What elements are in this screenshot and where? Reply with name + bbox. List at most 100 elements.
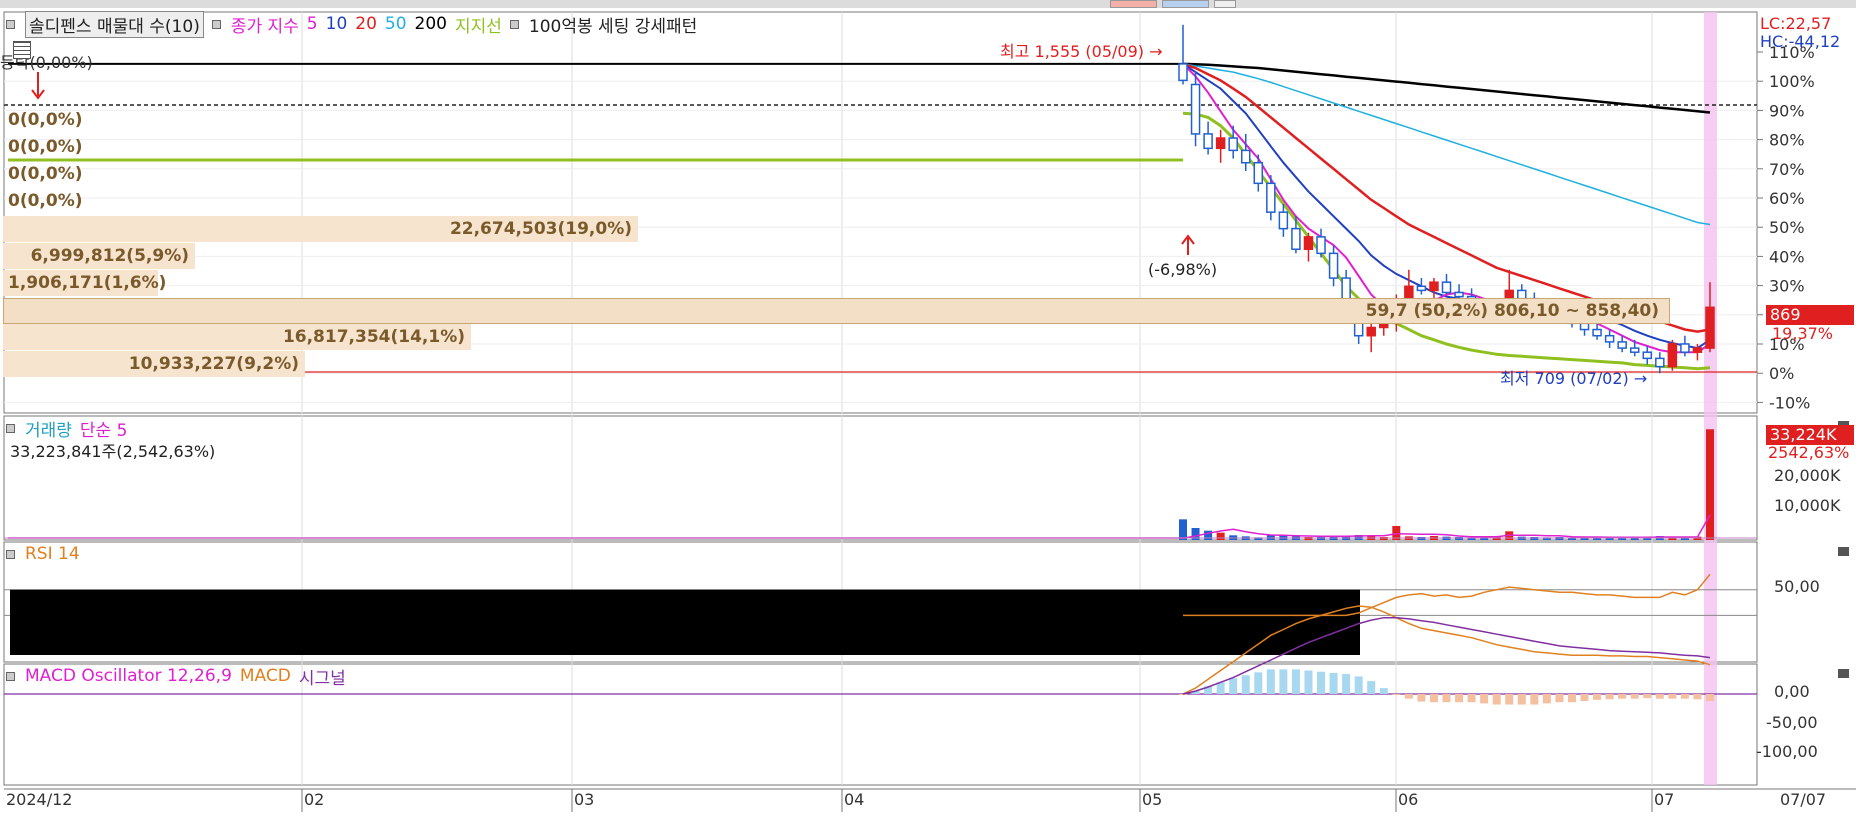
macd-osc-bar: [1492, 694, 1501, 705]
candle-body: [1316, 236, 1326, 255]
volume-axis-tick: 10,000K: [1774, 496, 1841, 515]
macd-osc-bar: [1179, 694, 1187, 695]
legend-title[interactable]: 솔디펜스 매물대 수(10): [25, 10, 204, 38]
legend-ma-20[interactable]: 20: [355, 14, 377, 34]
volume-tag: 33,224K: [1766, 425, 1854, 445]
signal-label[interactable]: 시그널: [299, 664, 346, 689]
macd-label[interactable]: MACD: [240, 666, 291, 686]
x-tick: 05: [1142, 790, 1163, 809]
macd-osc-bar: [1655, 694, 1664, 699]
legend-ma-50[interactable]: 50: [385, 14, 407, 34]
volume-value: 33,223,841주(2,542,63%): [10, 442, 216, 461]
pct-axis-label: 100%: [1769, 72, 1815, 91]
macd-osc-bar: [1241, 675, 1250, 694]
macd-osc-bar: [1467, 694, 1476, 703]
macd-osc-bar: [1480, 694, 1489, 704]
macd-osc-bar: [1279, 669, 1288, 694]
macd-osc-title[interactable]: MACD Oscillator 12,26,9: [25, 666, 232, 686]
x-tick: 04: [844, 790, 865, 809]
macd-osc-bar: [1530, 694, 1539, 705]
candle-body: [1190, 83, 1201, 135]
candle-body: [1215, 137, 1226, 150]
macd-osc-bar: [1229, 678, 1238, 694]
candle-body: [1253, 161, 1264, 185]
macd-osc-bar: [1643, 694, 1652, 699]
legend-ma-5[interactable]: 5: [307, 14, 318, 34]
pct-axis-label: 30%: [1769, 277, 1805, 296]
macd-osc-bar: [1706, 694, 1714, 702]
legend-price-index[interactable]: 종가 지수: [231, 12, 299, 37]
legend-ma-200[interactable]: 200: [415, 14, 447, 34]
legend-toggle-icon[interactable]: [6, 423, 15, 433]
price-legend: 솔디펜스 매물대 수(10) 종가 지수 5 10 20 50 200 지지선 …: [6, 10, 697, 38]
volume-bar: [1216, 532, 1225, 540]
x-tick: 2024/12: [6, 790, 73, 809]
macd-osc-bar: [1342, 674, 1351, 694]
legend-toggle-icon[interactable]: [211, 19, 221, 29]
macd-osc-bar: [1291, 669, 1300, 694]
candle-body: [1291, 227, 1301, 250]
today-highlight: [1704, 12, 1717, 785]
legend-toggle-icon[interactable]: [509, 19, 519, 29]
macd-osc-bar: [1455, 694, 1464, 703]
legend-ma-10[interactable]: 10: [326, 14, 348, 34]
pct-axis-label: 60%: [1769, 189, 1805, 208]
volume-axis-tick: 20,000K: [1774, 466, 1841, 485]
stock-chart[interactable]: 110%100%90%80%70%60%50%40%30%20%10%0%-10…: [0, 0, 1856, 816]
pct-axis-label: 50%: [1769, 218, 1805, 237]
legend-toggle-icon[interactable]: [6, 549, 15, 559]
x-tick: 02: [304, 790, 325, 809]
macd-osc-bar: [1392, 694, 1401, 695]
current-pct-tag: 19,37%: [1772, 324, 1834, 343]
candle-body: [1416, 285, 1427, 292]
candle-body: [1629, 347, 1640, 353]
rsi-oversold-fill: [10, 589, 1360, 655]
macd-osc-bar: [1354, 676, 1363, 694]
lc-label: LC:22,57: [1760, 14, 1832, 33]
volume-profile-bar: 6,999,812(5,9%): [3, 243, 195, 269]
legend-support[interactable]: 지지선: [455, 12, 502, 37]
macd-osc-bar: [1593, 694, 1602, 700]
candle-body: [1655, 357, 1665, 368]
pct-axis-label: 80%: [1769, 131, 1805, 150]
macd-osc-bar: [1254, 672, 1263, 694]
volume-legend: 거래량 단순 5: [6, 416, 128, 441]
macd-axis-tick: 0,00: [1774, 682, 1810, 701]
x-tick: 07: [1654, 790, 1675, 809]
candle-body: [1328, 252, 1339, 279]
rsi-title[interactable]: RSI 14: [25, 544, 80, 564]
candle-body: [1642, 351, 1653, 360]
x-end-label: 07/07: [1780, 790, 1827, 809]
grid-icon[interactable]: [13, 41, 31, 59]
panel-close-icon: [1838, 547, 1849, 556]
volume-title[interactable]: 거래량: [25, 416, 72, 441]
candle-body: [1429, 281, 1439, 292]
macd-osc-bar: [1367, 681, 1376, 694]
macd-osc-bar: [1404, 694, 1413, 699]
volume-profile-bar: 59,7 (50,2%) 806,10 ~ 858,40): [3, 298, 1670, 324]
legend-toggle-icon[interactable]: [6, 671, 15, 681]
candle-body: [1692, 347, 1703, 353]
candle-body: [1178, 63, 1188, 82]
price-level-label: 0(0,0%): [8, 191, 83, 211]
macd-osc-bar: [1580, 694, 1589, 702]
macd-osc-bar: [1442, 694, 1451, 703]
candle-body: [1592, 328, 1602, 337]
legend-pattern[interactable]: 100억봉 세팅 강세패턴: [529, 12, 697, 37]
price-level-label: 0(0,0%): [8, 164, 83, 184]
macd-osc-bar: [1417, 694, 1426, 702]
candle-body: [1228, 137, 1238, 152]
macd-osc-bar: [1542, 694, 1551, 704]
volume-profile-bar: 22,674,503(19,0%): [3, 216, 638, 242]
candle-body: [1203, 133, 1213, 150]
pct-axis-label: 0%: [1769, 364, 1794, 383]
candle-body: [1303, 236, 1314, 250]
candle-body: [1278, 211, 1289, 230]
macd-osc-bar: [1680, 694, 1689, 699]
volume-profile-bar: 16,817,354(14,1%): [3, 324, 471, 350]
macd-osc-bar: [1668, 694, 1677, 699]
volume-pct-tag: 2542,63%: [1768, 443, 1850, 462]
legend-toggle-icon[interactable]: [6, 19, 15, 29]
volume-ma-label[interactable]: 단순 5: [80, 416, 128, 441]
change-annotation: (-6,98%): [1148, 260, 1218, 279]
